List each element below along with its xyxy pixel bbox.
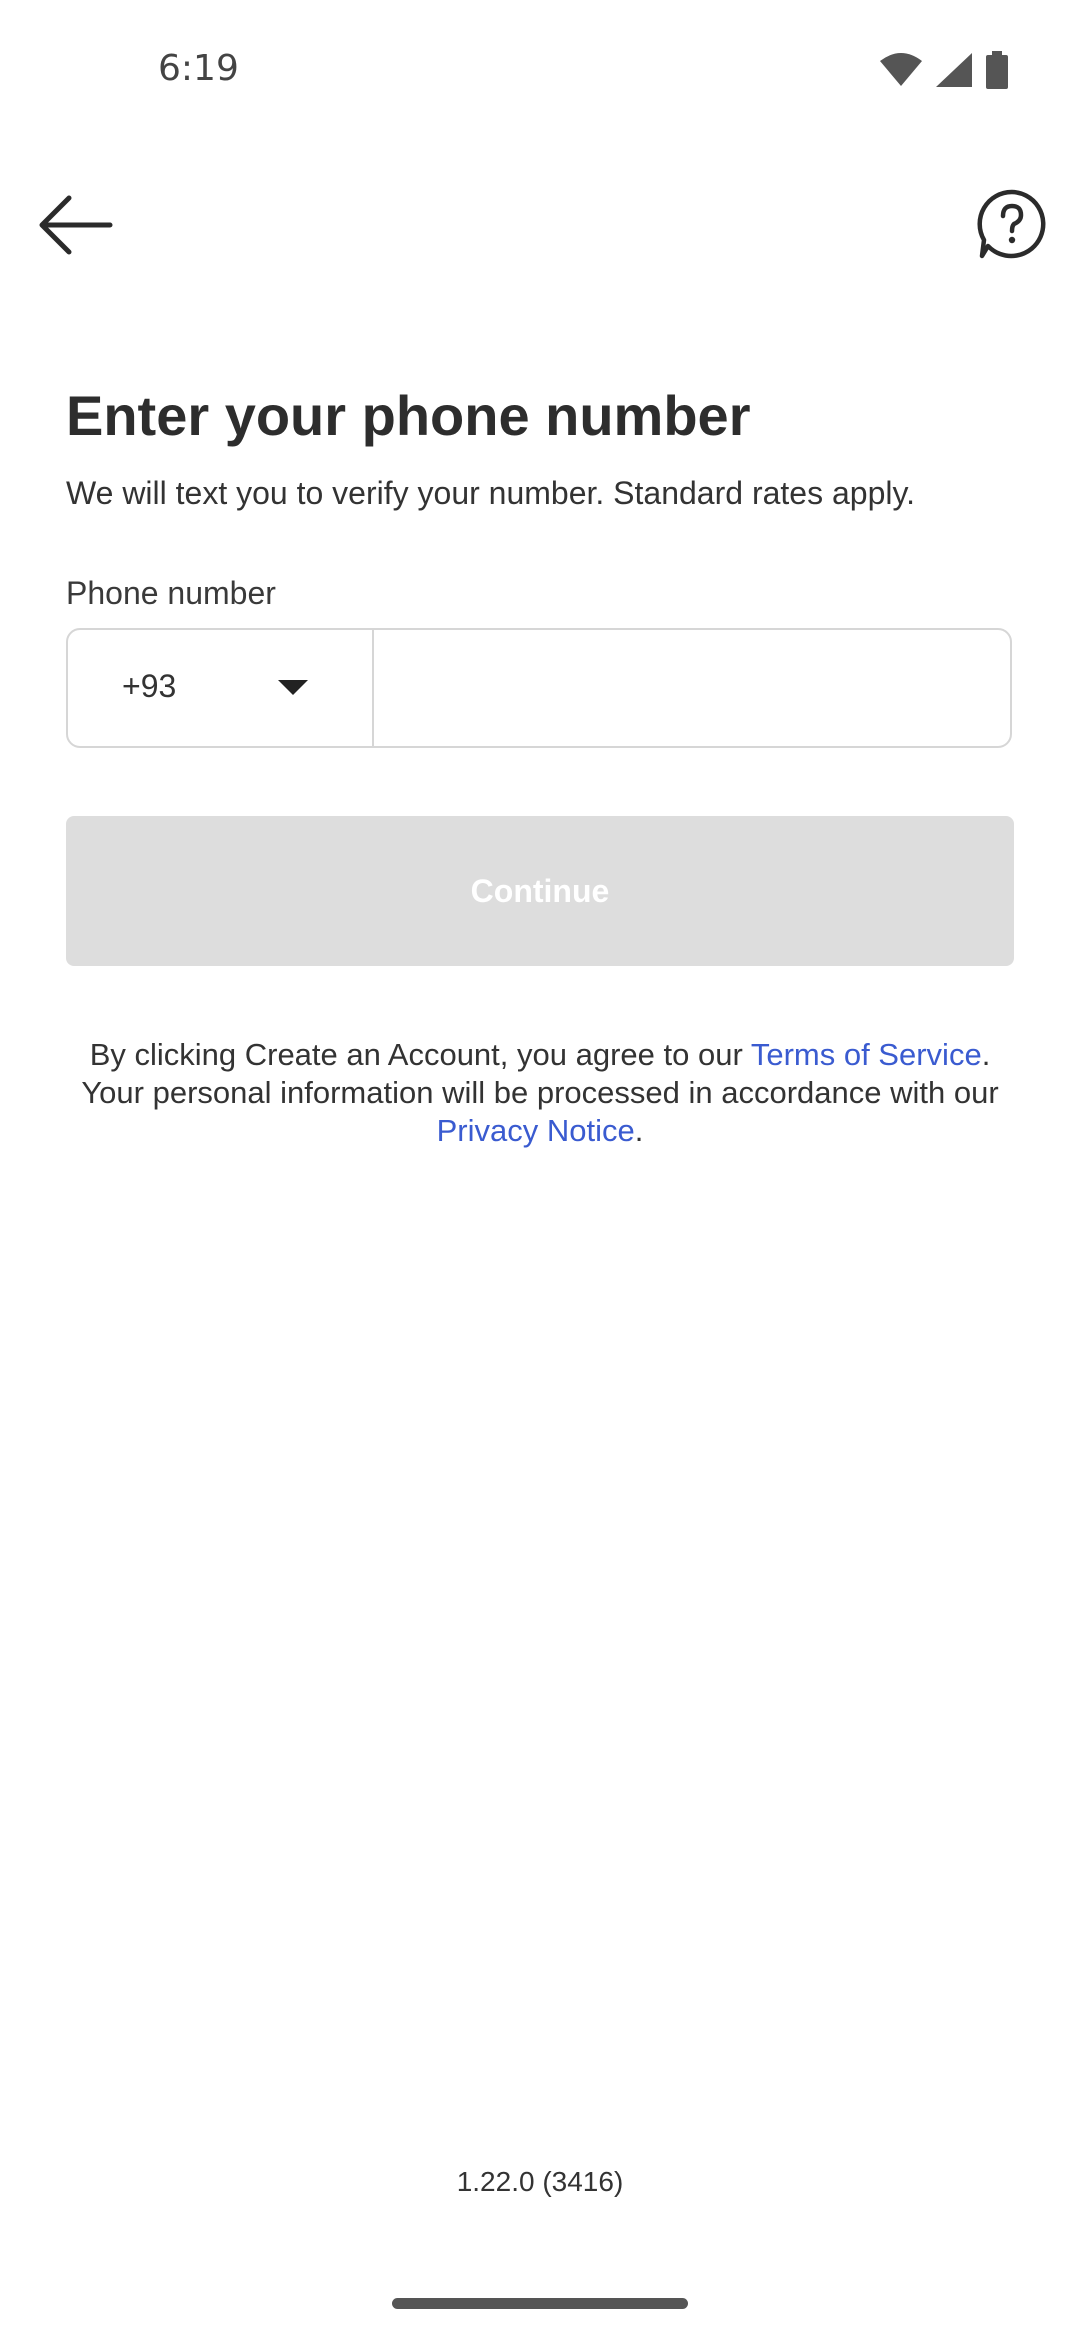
phone-number-input[interactable] — [374, 630, 1010, 746]
status-bar: 6:19 — [0, 0, 1080, 110]
country-code-value: +93 — [122, 668, 177, 704]
chevron-down-icon — [278, 680, 308, 695]
battery-icon — [986, 51, 1008, 89]
legal-text-1: By clicking Create an Account, you agree… — [89, 1037, 751, 1072]
privacy-notice-link[interactable]: Privacy Notice — [437, 1113, 635, 1148]
app-version: 1.22.0 (3416) — [456, 2166, 624, 2197]
phone-number-label: Phone number — [66, 575, 276, 611]
app-bar — [0, 180, 1080, 270]
help-button[interactable] — [976, 188, 1048, 260]
question-circle-icon — [977, 189, 1046, 259]
arrow-left-icon — [39, 195, 113, 255]
home-indicator[interactable] — [392, 2298, 688, 2309]
legal-notice: By clicking Create an Account, you agree… — [66, 1036, 1014, 1150]
wifi-icon — [880, 53, 922, 86]
terms-of-service-link[interactable]: Terms of Service — [751, 1037, 982, 1072]
status-icons — [880, 50, 1008, 90]
back-button[interactable] — [36, 192, 114, 258]
country-code-dropdown[interactable]: +93 — [68, 630, 374, 746]
status-time: 6:19 — [158, 48, 239, 89]
signal-icon — [936, 53, 972, 87]
page-title: Enter your phone number — [66, 384, 751, 447]
phone-number-field: +93 — [66, 628, 1012, 748]
legal-text-3: . — [634, 1113, 644, 1148]
continue-button[interactable]: Continue — [66, 816, 1014, 966]
page-subtitle: We will text you to verify your number. … — [66, 475, 915, 511]
main-content: Enter your phone number We will text you… — [66, 380, 1014, 1150]
